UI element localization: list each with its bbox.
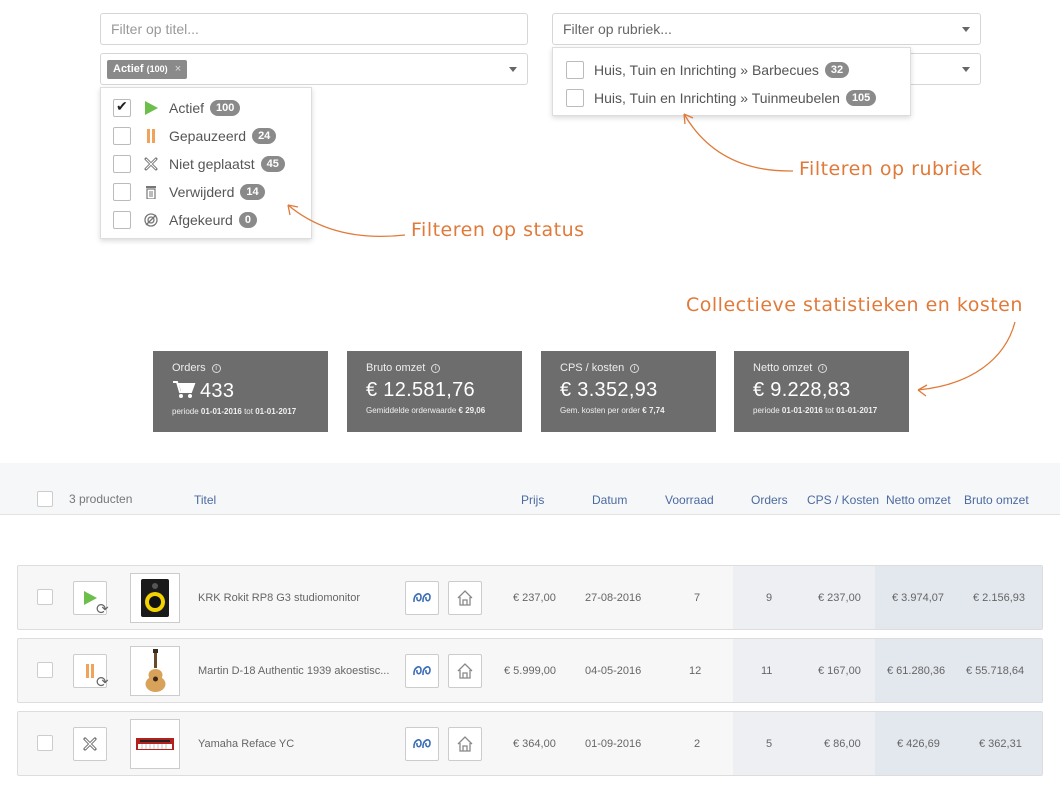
stat-gross-revenue: Bruto omzet i € 12.581,76 Gemiddelde orde… (347, 351, 522, 432)
cell-date: 27-08-2016 (585, 592, 642, 604)
cell-cps: € 237,00 (818, 592, 861, 604)
keyboard-image (130, 719, 180, 769)
product-count: 3 producten (69, 492, 133, 506)
stat-value: € 3.352,93 (560, 379, 658, 401)
cell-price: € 364,00 (513, 738, 556, 750)
col-date[interactable]: Datum (592, 493, 627, 507)
stat-label: Netto omzet i (753, 362, 909, 374)
stat-label: Bruto omzet i (366, 362, 522, 374)
stat-orders: Orders i 433 periode 01-01-2016 tot 01-01… (153, 351, 328, 432)
cell-cps: € 167,00 (818, 665, 861, 677)
cell-orders: 9 (766, 592, 773, 604)
col-orders[interactable]: Orders (751, 493, 788, 507)
studio-monitor-image (130, 573, 180, 623)
col-cps[interactable]: CPS / Kosten (807, 493, 879, 507)
home-icon[interactable] (448, 654, 482, 688)
info-icon[interactable]: i (818, 363, 828, 373)
info-icon[interactable]: i (630, 363, 640, 373)
stat-sub: periode 01-01-2016 tot 01-01-2017 (172, 407, 297, 416)
product-title[interactable]: KRK Rokit RP8 G3 studiomonitor (198, 592, 360, 604)
sync-icon: ⟳ (96, 674, 109, 691)
col-stock[interactable]: Voorraad (665, 493, 714, 507)
stat-net-revenue: Netto omzet i € 9.228,83 periode 01-01-20… (734, 351, 909, 432)
play-icon (84, 591, 97, 605)
not-placed-icon (83, 737, 97, 751)
cell-stock: 7 (694, 592, 701, 604)
stat-value: € 12.581,76 (366, 379, 475, 401)
cart-icon (173, 381, 196, 398)
row-checkbox[interactable] (37, 735, 53, 751)
cell-stock: 2 (694, 738, 701, 750)
cell-date: 01-09-2016 (585, 738, 642, 750)
stat-cps-costs: CPS / kosten i € 3.352,93 Gem. kosten per… (541, 351, 716, 432)
col-price[interactable]: Prijs (521, 493, 544, 507)
channel-link-icon[interactable] (405, 581, 439, 615)
pause-icon (86, 664, 94, 678)
col-title[interactable]: Titel (194, 493, 216, 507)
col-gross[interactable]: Bruto omzet (964, 493, 1029, 507)
select-all-checkbox[interactable] (37, 491, 53, 507)
cell-stock: 12 (689, 665, 702, 677)
annotation-category: Filteren op rubriek (799, 158, 983, 180)
stat-sub: Gemiddelde orderwaarde € 29,06 (366, 406, 486, 415)
row-checkbox[interactable] (37, 662, 53, 678)
home-icon[interactable] (448, 581, 482, 615)
cell-price: € 5.999,00 (504, 665, 556, 677)
info-icon[interactable]: i (211, 363, 221, 373)
stat-sub: Gem. kosten per order € 7,74 (560, 406, 665, 415)
table-row[interactable]: ⟳ Martin D-18 Authentic 1939 akoestisc..… (17, 638, 1043, 703)
status-toggle-button[interactable] (73, 727, 107, 761)
product-title[interactable]: Martin D-18 Authentic 1939 akoestisc... (198, 665, 389, 677)
cell-gross: € 2.156,93 (973, 592, 1025, 604)
channel-link-icon[interactable] (405, 727, 439, 761)
col-net[interactable]: Netto omzet (886, 493, 951, 507)
cell-orders: 5 (766, 738, 773, 750)
product-title[interactable]: Yamaha Reface YC (198, 738, 294, 750)
row-checkbox[interactable] (37, 589, 53, 605)
table-row[interactable]: ⟳ KRK Rokit RP8 G3 studiomonitor € 237,0… (17, 565, 1043, 630)
cell-net: € 61.280,36 (887, 665, 946, 677)
annotation-stats: Collectieve statistieken en kosten (686, 294, 1023, 316)
cell-date: 04-05-2016 (585, 665, 642, 677)
stat-label: Orders i (172, 362, 328, 374)
cell-cps: € 86,00 (824, 738, 861, 750)
stat-value: € 9.228,83 (753, 379, 851, 401)
cell-net: € 3.974,07 (892, 592, 944, 604)
info-icon[interactable]: i (431, 363, 441, 373)
cell-gross: € 55.718,64 (966, 665, 1025, 677)
table-header: 3 producten Titel Prijs Datum Voorraad O… (0, 463, 1060, 515)
cell-orders: 11 (761, 665, 773, 677)
cell-price: € 237,00 (513, 592, 556, 604)
cell-gross: € 362,31 (979, 738, 1022, 750)
sync-icon: ⟳ (96, 601, 109, 618)
home-icon[interactable] (448, 727, 482, 761)
guitar-image (130, 646, 180, 696)
stat-value: 433 (172, 379, 328, 403)
channel-link-icon[interactable] (405, 654, 439, 688)
table-row[interactable]: Yamaha Reface YC € 364,00 01-09-2016 2 5… (17, 711, 1043, 776)
annotation-status: Filteren op status (411, 219, 585, 241)
stat-label: CPS / kosten i (560, 362, 716, 374)
stat-sub: periode 01-01-2016 tot 01-01-2017 (753, 406, 878, 415)
cell-net: € 426,69 (897, 738, 940, 750)
